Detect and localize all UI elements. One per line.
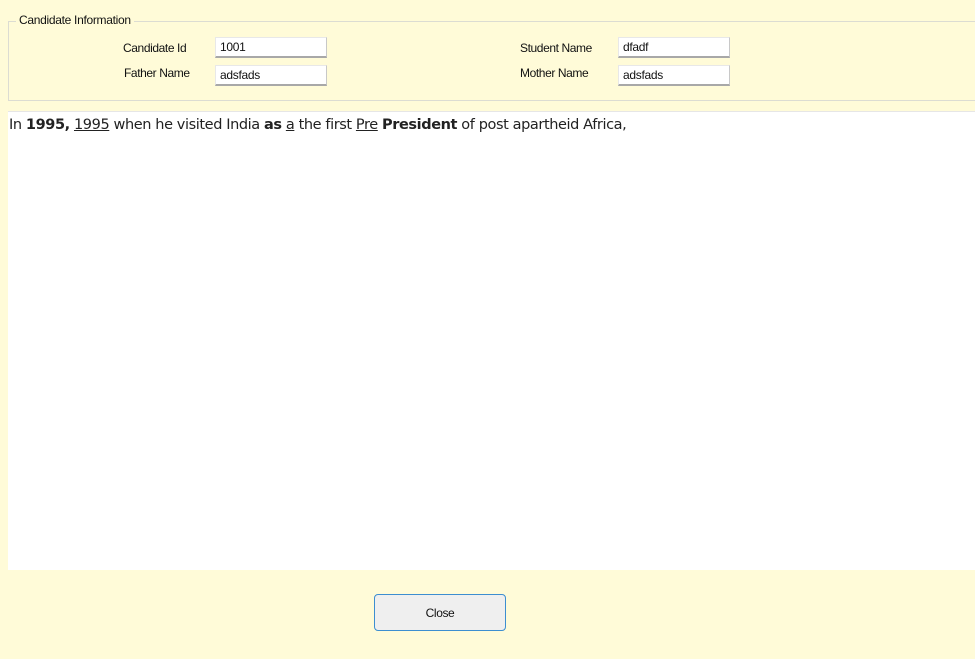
editor-text-normal: of post apartheid Africa, xyxy=(457,117,627,133)
father-name-label: Father Name xyxy=(124,66,190,80)
close-button[interactable]: Close xyxy=(374,594,506,631)
student-name-field[interactable] xyxy=(618,37,730,58)
mother-name-field[interactable] xyxy=(618,65,730,86)
student-name-label: Student Name xyxy=(520,41,592,55)
mother-name-label: Mother Name xyxy=(520,66,589,80)
editor-text-normal: In xyxy=(9,117,26,133)
candidate-information-groupbox xyxy=(8,21,975,101)
candidate-id-label: Candidate Id xyxy=(123,41,187,55)
father-name-field[interactable] xyxy=(215,65,327,86)
editor-text-bold: President xyxy=(382,117,458,133)
editor-text-bold: as xyxy=(264,117,282,133)
editor-text-normal: the first xyxy=(294,117,356,133)
editor-text-underline: Pre xyxy=(355,117,378,133)
groupbox-title: Candidate Information xyxy=(16,13,134,27)
editor-text-underline: 1995 xyxy=(73,117,110,133)
editor-text-bold: 1995, xyxy=(25,117,70,133)
candidate-id-field[interactable] xyxy=(215,37,327,58)
editor-text-normal: when he visited India xyxy=(109,117,265,133)
rich-text-editor[interactable]: In 1995, 1995 when he visited India as a… xyxy=(8,111,975,570)
